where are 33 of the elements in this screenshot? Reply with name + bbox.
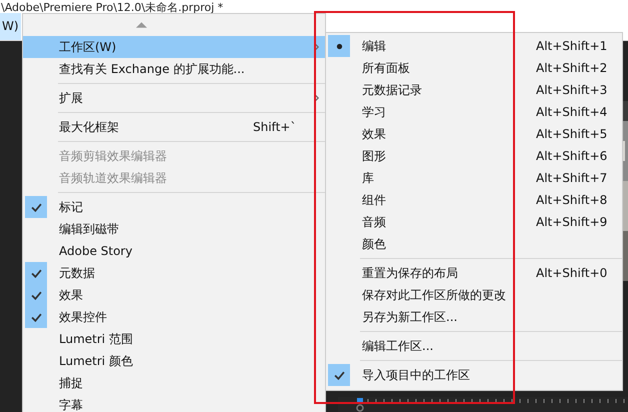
menu-item[interactable]: Adobe Story xyxy=(23,240,325,262)
menu-item[interactable]: 图形 Alt+Shift+6 xyxy=(326,145,622,167)
bullet-icon xyxy=(328,35,350,57)
menu-item[interactable]: 元数据记录 Alt+Shift+3 xyxy=(326,79,622,101)
menu-item[interactable]: Lumetri 颜色 xyxy=(23,350,325,372)
menu-item[interactable]: 所有面板 Alt+Shift+2 xyxy=(326,57,622,79)
menu-item[interactable]: 颜色 xyxy=(326,233,622,255)
menu-item[interactable]: 标记 xyxy=(23,196,325,218)
menu-item[interactable]: 编辑工作区... xyxy=(326,335,622,357)
menu-item[interactable]: 效果 xyxy=(23,284,325,306)
menu-item[interactable]: 音频 Alt+Shift+9 xyxy=(326,211,622,233)
menu-item[interactable]: 编辑到磁带 xyxy=(23,218,325,240)
menu-item[interactable]: 字幕 xyxy=(23,394,325,412)
menu-item[interactable]: 捕捉 xyxy=(23,372,325,394)
menu-item[interactable]: 最大化框架 Shift+` xyxy=(23,116,325,138)
window-title: \Adobe\Premiere Pro\12.0\未命名.prproj * xyxy=(0,1,224,14)
menu-bar-item[interactable]: W) xyxy=(0,13,21,40)
menu-item[interactable]: Lumetri 范围 xyxy=(23,328,325,350)
menu-item[interactable]: 另存为新工作区... xyxy=(326,306,622,328)
menu-item[interactable]: 扩展 xyxy=(23,87,325,109)
menu-item[interactable]: 工作区(W) xyxy=(23,36,325,58)
menu-item[interactable]: 学习 Alt+Shift+4 xyxy=(326,101,622,123)
menu-item[interactable]: 库 Alt+Shift+7 xyxy=(326,167,622,189)
menu-item[interactable]: 元数据 xyxy=(23,262,325,284)
menu-item[interactable]: 导入项目中的工作区 xyxy=(326,364,622,386)
menu-item[interactable]: 编辑 Alt+Shift+1 xyxy=(326,35,622,57)
menu-item[interactable]: 重置为保存的布局 Alt+Shift+0 xyxy=(326,262,622,284)
scroll-up-icon[interactable] xyxy=(136,22,147,28)
menu-item[interactable]: 效果 Alt+Shift+5 xyxy=(326,123,622,145)
menu-item[interactable]: 组件 Alt+Shift+8 xyxy=(326,189,622,211)
menu-item[interactable]: 查找有关 Exchange 的扩展功能... xyxy=(23,58,325,80)
menu-item[interactable]: 保存对此工作区所做的更改 xyxy=(326,284,622,306)
menu-item[interactable]: 效果控件 xyxy=(23,306,325,328)
